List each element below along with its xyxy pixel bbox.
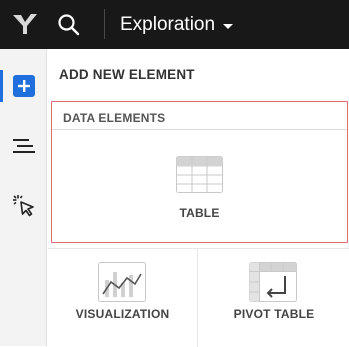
cursor-select-icon bbox=[12, 195, 34, 217]
plus-icon bbox=[12, 75, 35, 97]
panel-title: ADD NEW ELEMENT bbox=[59, 67, 195, 82]
topbar-divider bbox=[104, 9, 105, 39]
workspace-dropdown[interactable]: Exploration bbox=[120, 13, 234, 37]
search-icon[interactable] bbox=[56, 12, 82, 38]
chevron-down-icon bbox=[223, 23, 234, 29]
table-tile[interactable]: TABLE bbox=[52, 130, 347, 242]
visualization-tile[interactable]: VISUALIZATION bbox=[48, 249, 198, 347]
table-icon bbox=[176, 156, 223, 193]
workspace-label: Exploration bbox=[120, 14, 216, 35]
top-bar: Exploration bbox=[0, 0, 349, 49]
add-element-panel: ADD NEW ELEMENT DATA ELEMENTS TABLE VISU… bbox=[48, 49, 349, 347]
pivot-table-tile[interactable]: PIVOT TABLE bbox=[199, 249, 349, 347]
list-icon bbox=[12, 139, 35, 153]
visualization-icon bbox=[98, 262, 146, 302]
visualization-label: VISUALIZATION bbox=[75, 307, 170, 321]
element-tiles-row: VISUALIZATION PIVOT TABLE bbox=[48, 248, 349, 347]
pivot-table-label: PIVOT TABLE bbox=[233, 307, 315, 321]
data-elements-section: DATA ELEMENTS TABLE bbox=[51, 101, 348, 243]
section-label: DATA ELEMENTS bbox=[63, 111, 166, 125]
add-element-button[interactable] bbox=[0, 66, 47, 106]
app-logo-icon[interactable] bbox=[11, 12, 39, 36]
left-rail bbox=[0, 49, 47, 346]
table-label: TABLE bbox=[179, 206, 220, 220]
pivot-table-icon bbox=[249, 262, 297, 302]
select-button[interactable] bbox=[0, 186, 47, 226]
outline-button[interactable] bbox=[0, 126, 47, 166]
